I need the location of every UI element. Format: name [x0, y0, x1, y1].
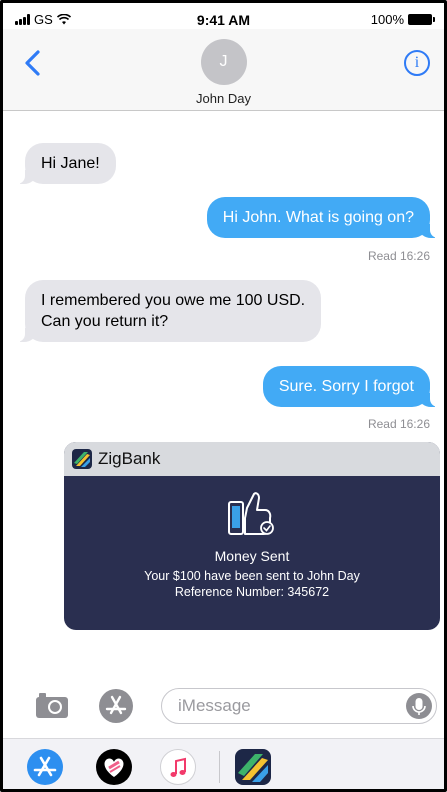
- music-icon: [170, 757, 186, 777]
- back-chevron-icon[interactable]: [23, 49, 43, 77]
- imessage-input[interactable]: [178, 696, 388, 716]
- message-text-line: I remembered you owe me 100 USD.: [41, 292, 306, 309]
- message-text: Sure. Sorry I forgot: [278, 378, 414, 395]
- composer-bar: [3, 685, 444, 735]
- drawer-app-store[interactable]: [27, 749, 63, 785]
- message-text-line: Can you return it?: [41, 313, 169, 330]
- heart-app-icon: [104, 758, 124, 777]
- info-icon[interactable]: i: [404, 50, 430, 76]
- app-store-icon: [33, 756, 57, 777]
- phone-screen: GS 9:41 AM 100% J John Day i Hi Jane! Hi…: [0, 0, 447, 792]
- phone-thumbs-up-icon: [228, 492, 274, 535]
- status-right: 100%: [370, 12, 435, 27]
- bank-brand-name: ZigBank: [98, 449, 161, 468]
- battery-percent: 100%: [370, 12, 404, 27]
- read-receipt: Read 16:26: [367, 417, 430, 431]
- microphone-button[interactable]: [406, 693, 432, 719]
- drawer-music-app[interactable]: [160, 749, 196, 785]
- message-text: Hi Jane!: [41, 155, 100, 172]
- zigbank-logo-icon: [72, 449, 92, 469]
- message-outgoing[interactable]: Sure. Sorry I forgot: [262, 366, 439, 407]
- message-incoming[interactable]: I remembered you owe me 100 USD. Can you…: [16, 280, 322, 342]
- bank-card-line: Your $100 have been sent to John Day: [144, 569, 360, 583]
- battery-icon: [408, 14, 435, 25]
- conversation-header: J John Day i: [3, 29, 444, 111]
- drawer-zigbank-app[interactable]: [235, 749, 271, 785]
- microphone-icon: [412, 698, 426, 715]
- bank-card-header: ZigBank: [64, 442, 440, 476]
- message-outgoing[interactable]: Hi John. What is going on?: [206, 197, 439, 238]
- avatar[interactable]: J: [200, 39, 247, 85]
- drawer-heart-app[interactable]: [96, 749, 132, 785]
- app-store-icon: [105, 695, 127, 715]
- app-store-button[interactable]: [99, 689, 133, 723]
- camera-icon[interactable]: [35, 691, 69, 719]
- message-text: Hi John. What is going on?: [222, 209, 414, 226]
- app-drawer: [3, 738, 444, 789]
- contact-name[interactable]: John Day: [3, 91, 444, 106]
- read-receipt: Read 16:26: [367, 249, 430, 263]
- imessage-field[interactable]: [161, 688, 437, 724]
- drawer-divider: [219, 751, 220, 783]
- bank-card-title: Money Sent: [214, 548, 290, 564]
- zigbank-icon: [238, 754, 268, 782]
- bank-card-body: Money Sent Your $100 have been sent to J…: [64, 488, 440, 600]
- bank-card-reference: Reference Number: 345672: [174, 585, 330, 599]
- bank-message-card[interactable]: ZigBank Money Sent Your $100 have been s…: [64, 442, 440, 630]
- message-incoming[interactable]: Hi Jane!: [17, 143, 116, 184]
